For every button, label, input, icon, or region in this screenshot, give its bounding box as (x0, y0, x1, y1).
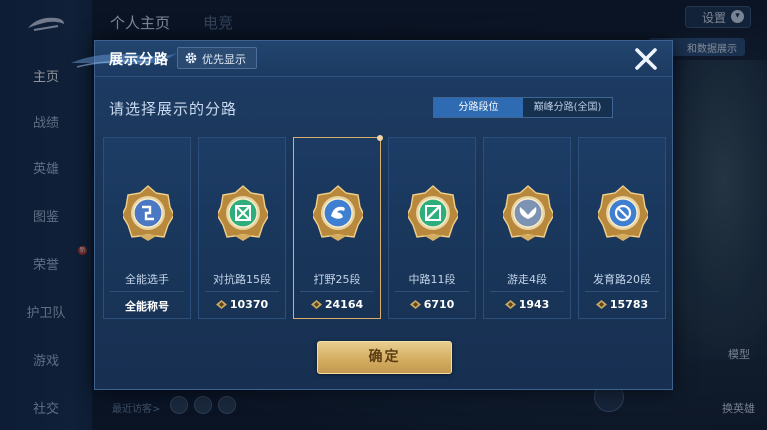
lane-card-score-value: 6710 (423, 298, 455, 311)
rank-points-icon (595, 300, 607, 309)
lane-card-score-value: 24164 (324, 298, 364, 311)
rank-points-icon (504, 300, 516, 309)
lane-card-name: 游走4段 (507, 273, 547, 286)
lane-card-score: 6710 (389, 298, 475, 311)
divider (585, 291, 659, 292)
farm-lane-badge-icon (598, 185, 648, 241)
view-toggle: 分路段位 巅峰分路(全国) (433, 97, 613, 118)
rank-points-icon (409, 300, 421, 309)
gear-icon (185, 52, 197, 64)
lane-card-name: 发育路20段 (593, 273, 651, 286)
lane-card-name: 对抗路15段 (213, 273, 271, 286)
lane-card[interactable]: 中路11段 6710 (388, 137, 476, 319)
roam-badge-icon (503, 185, 553, 241)
mid-lane-badge-icon (408, 185, 458, 241)
lane-card-score: 10370 (199, 298, 285, 311)
lane-card-score-value: 全能称号 (125, 300, 169, 313)
rank-points-icon (215, 300, 227, 309)
lane-card-score-value: 10370 (229, 298, 269, 311)
close-icon[interactable] (632, 45, 660, 73)
confirm-button[interactable]: 确定 (317, 341, 452, 374)
divider (110, 291, 184, 292)
selected-indicator (377, 135, 383, 141)
divider (395, 291, 469, 292)
clash-lane-badge-icon (218, 185, 268, 241)
lane-card[interactable]: 打野25段 24164 (293, 135, 383, 319)
lane-card-score-value: 1943 (518, 298, 550, 311)
lane-card-score: 1943 (484, 298, 570, 311)
rank-points-icon (310, 300, 322, 309)
divider (490, 291, 564, 292)
lane-card-score: 全能称号 (104, 298, 190, 314)
dialog-title: 展示分路 (109, 52, 169, 68)
lane-card[interactable]: 全能选手 全能称号 (103, 137, 191, 319)
priority-display-button[interactable]: 优先显示 (177, 47, 257, 69)
lane-card-score-value: 15783 (609, 298, 649, 311)
lane-card[interactable]: 对抗路15段 10370 (198, 137, 286, 319)
lane-card-score: 15783 (579, 298, 665, 311)
tab-peak-lane-national[interactable]: 巅峰分路(全国) (523, 98, 612, 117)
dialog-header: 展示分路 优先显示 (71, 41, 672, 77)
lane-card-name: 打野25段 (313, 273, 361, 286)
display-lane-dialog: 展示分路 优先显示 请选择展示的分路 分路段位 巅峰分路(全国) 全能选手全能称… (71, 40, 673, 390)
jungle-badge-icon (313, 185, 363, 241)
all-round-badge-icon (123, 185, 173, 241)
lane-card-score: 24164 (294, 298, 380, 311)
lane-card[interactable]: 游走4段 1943 (483, 137, 571, 319)
lane-card-list: 全能选手 全能称号 对抗路15段 10370 打野25段 24164 中路11段 6710 游走… (103, 135, 666, 319)
lane-card-name: 中路11段 (408, 273, 456, 286)
divider (205, 291, 279, 292)
lane-card[interactable]: 发育路20段 15783 (578, 137, 666, 319)
lane-card-name: 全能选手 (125, 273, 169, 286)
priority-display-label: 优先显示 (202, 53, 246, 66)
tab-lane-rank[interactable]: 分路段位 (434, 98, 523, 117)
divider (300, 291, 374, 292)
dialog-subtitle: 请选择展示的分路 (109, 100, 238, 118)
